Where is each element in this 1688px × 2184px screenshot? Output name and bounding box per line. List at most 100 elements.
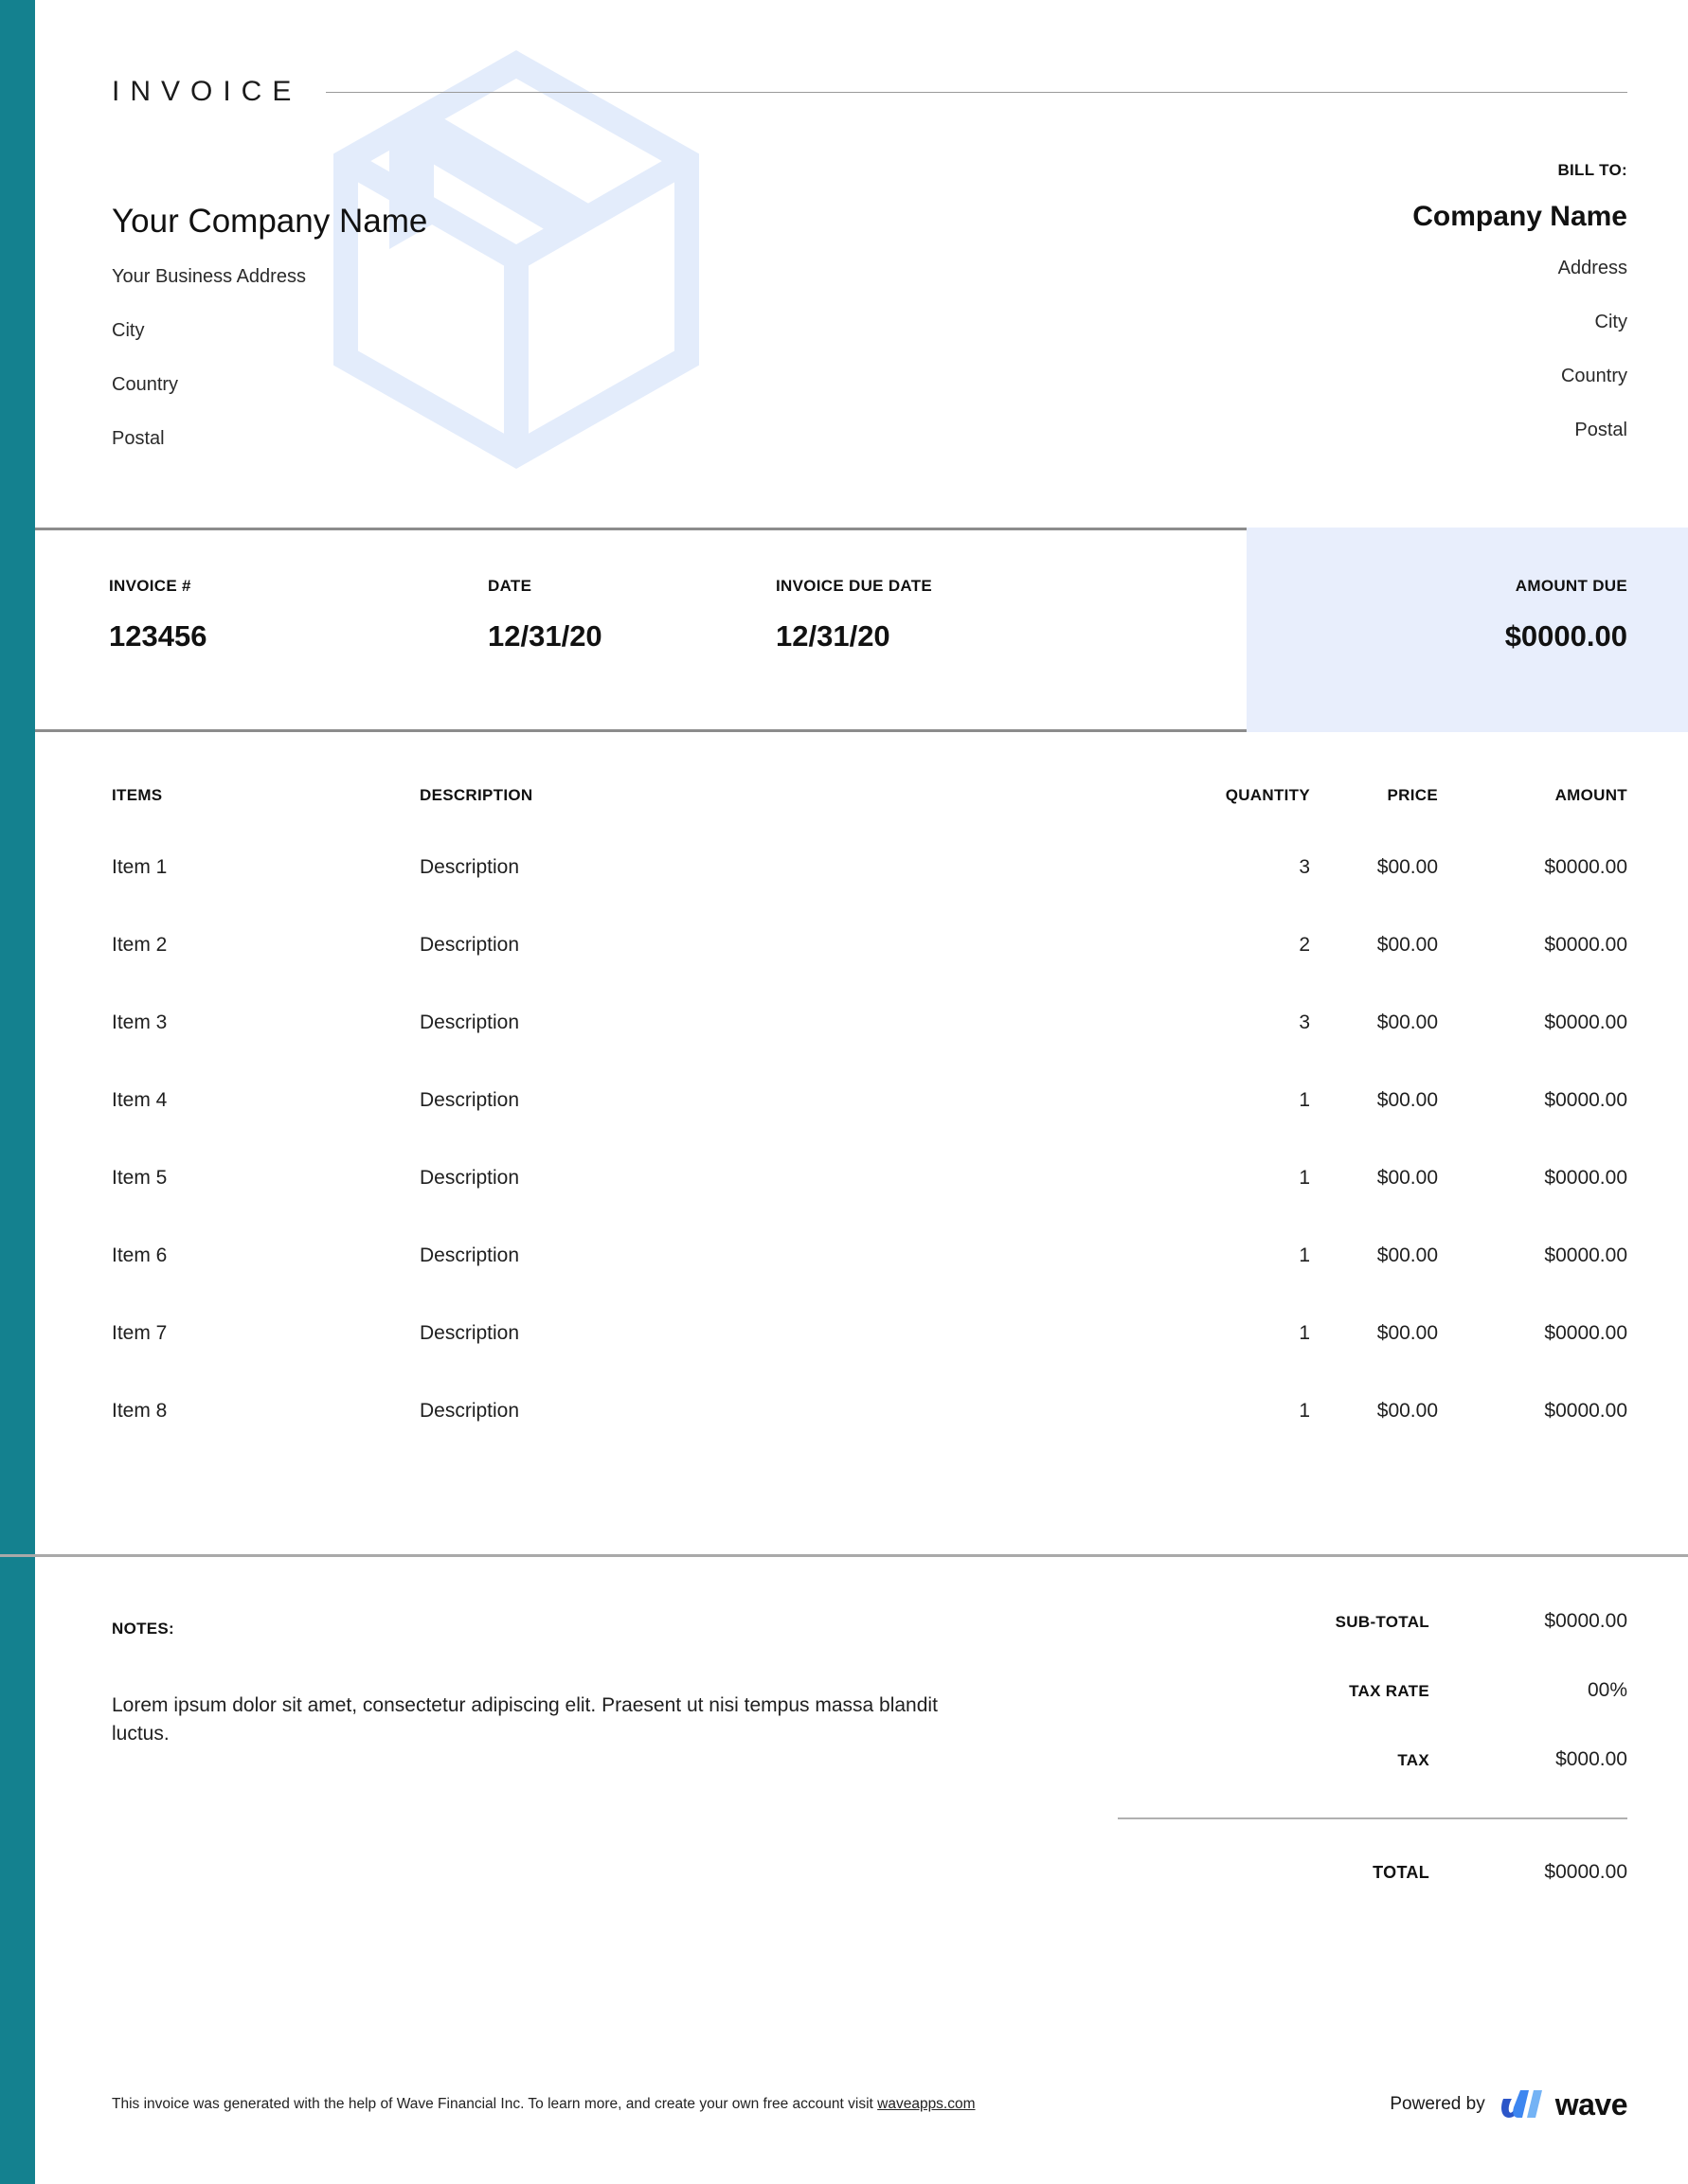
bill-to-address: Address bbox=[1557, 258, 1627, 278]
bill-to-label: BILL TO: bbox=[1557, 161, 1627, 179]
meta-bottom-divider bbox=[35, 729, 1247, 732]
line-item-price: $00.00 bbox=[1376, 1400, 1438, 1422]
line-item-quantity: 3 bbox=[1299, 1011, 1310, 1033]
waveapps-link[interactable]: waveapps.com bbox=[877, 2096, 975, 2112]
line-item-quantity: 1 bbox=[1299, 1089, 1310, 1111]
notes-block: NOTES: Lorem ipsum dolor sit amet, conse… bbox=[112, 1620, 945, 1749]
subtotal-value: $0000.00 bbox=[1544, 1610, 1627, 1632]
line-item-description: Description bbox=[420, 1322, 520, 1344]
totals-block: SUB-TOTAL $0000.00 TAX RATE 00% TAX $000… bbox=[1118, 1610, 1627, 1930]
line-item-price: $00.00 bbox=[1376, 1011, 1438, 1033]
amount-due-panel: AMOUNT DUE $0000.00 bbox=[1247, 528, 1688, 732]
line-item-amount: $0000.00 bbox=[1544, 1011, 1627, 1033]
line-item-price: $00.00 bbox=[1376, 856, 1438, 878]
line-item-name: Item 2 bbox=[112, 934, 168, 956]
table-row: Item 4 Description 1 $00.00 $0000.00 bbox=[112, 1089, 1627, 1167]
invoice-number-label: INVOICE # bbox=[109, 577, 191, 595]
sender-company-name: Your Company Name bbox=[112, 203, 428, 240]
table-row: Item 7 Description 1 $00.00 $0000.00 bbox=[112, 1322, 1627, 1400]
line-item-description: Description bbox=[420, 856, 520, 878]
grand-total-value: $0000.00 bbox=[1544, 1861, 1627, 1883]
invoice-number-value: 123456 bbox=[109, 619, 207, 653]
line-item-amount: $0000.00 bbox=[1544, 1400, 1627, 1422]
line-item-amount: $0000.00 bbox=[1544, 856, 1627, 878]
invoice-date-value: 12/31/20 bbox=[488, 619, 602, 653]
line-item-quantity: 1 bbox=[1299, 1322, 1310, 1344]
tax-rate-value: 00% bbox=[1587, 1679, 1627, 1701]
meta-top-divider bbox=[35, 528, 1247, 530]
line-item-name: Item 3 bbox=[112, 1011, 168, 1033]
line-item-amount: $0000.00 bbox=[1544, 934, 1627, 956]
title-rule-divider bbox=[326, 91, 1627, 93]
line-item-description: Description bbox=[420, 1400, 520, 1422]
column-header-amount: AMOUNT bbox=[1554, 786, 1627, 804]
grand-total-row: TOTAL $0000.00 bbox=[1118, 1861, 1627, 1884]
footer-attribution-text: This invoice was generated with the help… bbox=[112, 2096, 976, 2113]
bill-to-block: BILL TO: Company Name Address City Count… bbox=[1021, 161, 1627, 474]
line-item-amount: $0000.00 bbox=[1544, 1322, 1627, 1344]
page-footer: This invoice was generated with the help… bbox=[112, 2087, 1628, 2121]
line-item-quantity: 2 bbox=[1299, 934, 1310, 956]
column-header-price: PRICE bbox=[1387, 786, 1438, 804]
amount-due-value: $0000.00 bbox=[1504, 619, 1627, 653]
line-item-description: Description bbox=[420, 1011, 520, 1033]
column-header-description: DESCRIPTION bbox=[420, 786, 533, 804]
tax-value: $000.00 bbox=[1555, 1748, 1627, 1770]
line-items-body: Item 1 Description 3 $00.00 $0000.00 Item 2 De… bbox=[112, 856, 1627, 1477]
grand-total-label: TOTAL bbox=[1373, 1863, 1429, 1882]
table-row: Item 2 Description 2 $00.00 $0000.00 bbox=[112, 934, 1627, 1011]
bill-to-postal: Postal bbox=[1574, 420, 1627, 440]
line-item-quantity: 1 bbox=[1299, 1167, 1310, 1189]
line-item-price: $00.00 bbox=[1376, 1089, 1438, 1111]
column-header-quantity: QUANTITY bbox=[1225, 786, 1310, 804]
tax-row: TAX $000.00 bbox=[1118, 1748, 1627, 1771]
line-item-quantity: 3 bbox=[1299, 856, 1310, 878]
line-item-price: $00.00 bbox=[1376, 1322, 1438, 1344]
line-item-name: Item 1 bbox=[112, 856, 168, 878]
line-item-amount: $0000.00 bbox=[1544, 1089, 1627, 1111]
line-item-quantity: 1 bbox=[1299, 1244, 1310, 1266]
invoice-number-cell: INVOICE # 123456 bbox=[109, 577, 207, 653]
powered-by-block: Powered by wave bbox=[1390, 2087, 1627, 2121]
teal-side-bar bbox=[0, 0, 35, 2184]
invoice-due-date-cell: INVOICE DUE DATE 12/31/20 bbox=[776, 577, 932, 653]
wave-mark-icon bbox=[1500, 2090, 1542, 2118]
table-row: Item 1 Description 3 $00.00 $0000.00 bbox=[112, 856, 1627, 934]
line-item-name: Item 6 bbox=[112, 1244, 168, 1266]
invoice-due-date-label: INVOICE DUE DATE bbox=[776, 577, 933, 595]
table-row: Item 3 Description 3 $00.00 $0000.00 bbox=[112, 1011, 1627, 1089]
notes-section-divider bbox=[0, 1554, 1688, 1557]
table-row: Item 6 Description 1 $00.00 $0000.00 bbox=[112, 1244, 1627, 1322]
subtotal-label: SUB-TOTAL bbox=[1335, 1613, 1429, 1631]
table-row: Item 8 Description 1 $00.00 $0000.00 bbox=[112, 1400, 1627, 1477]
amount-due-cell: AMOUNT DUE $0000.00 bbox=[1505, 577, 1627, 653]
invoice-due-date-value: 12/31/20 bbox=[776, 619, 890, 653]
bill-to-city: City bbox=[1594, 312, 1627, 332]
column-header-items: ITEMS bbox=[112, 786, 163, 804]
line-item-price: $00.00 bbox=[1376, 1244, 1438, 1266]
amount-due-label: AMOUNT DUE bbox=[1515, 577, 1627, 595]
sender-address: Your Business Address bbox=[112, 265, 306, 287]
sender-postal: Postal bbox=[112, 427, 165, 449]
tax-label: TAX bbox=[1397, 1751, 1429, 1769]
wave-wordmark: wave bbox=[1554, 2087, 1628, 2121]
sender-city: City bbox=[112, 319, 145, 341]
invoice-title-row: INVOICE bbox=[112, 76, 1627, 108]
page-title: INVOICE bbox=[112, 76, 302, 107]
invoice-date-label: DATE bbox=[488, 577, 532, 595]
sender-country: Country bbox=[112, 373, 179, 395]
line-item-description: Description bbox=[420, 1244, 520, 1266]
line-item-price: $00.00 bbox=[1376, 934, 1438, 956]
line-item-name: Item 4 bbox=[112, 1089, 168, 1111]
line-items-table: ITEMS DESCRIPTION QUANTITY PRICE AMOUNT … bbox=[112, 786, 1627, 1477]
line-item-amount: $0000.00 bbox=[1544, 1167, 1627, 1189]
line-item-price: $00.00 bbox=[1376, 1167, 1438, 1189]
line-item-name: Item 8 bbox=[112, 1400, 168, 1422]
notes-label: NOTES: bbox=[112, 1620, 175, 1638]
totals-divider bbox=[1118, 1817, 1627, 1819]
invoice-page: INVOICE Your Company Name Your Business … bbox=[0, 0, 1688, 2184]
tax-rate-label: TAX RATE bbox=[1349, 1682, 1429, 1700]
sender-block: Your Company Name Your Business Address … bbox=[112, 203, 775, 483]
bill-to-country: Country bbox=[1560, 366, 1627, 386]
table-header-row: ITEMS DESCRIPTION QUANTITY PRICE AMOUNT bbox=[112, 786, 1627, 856]
